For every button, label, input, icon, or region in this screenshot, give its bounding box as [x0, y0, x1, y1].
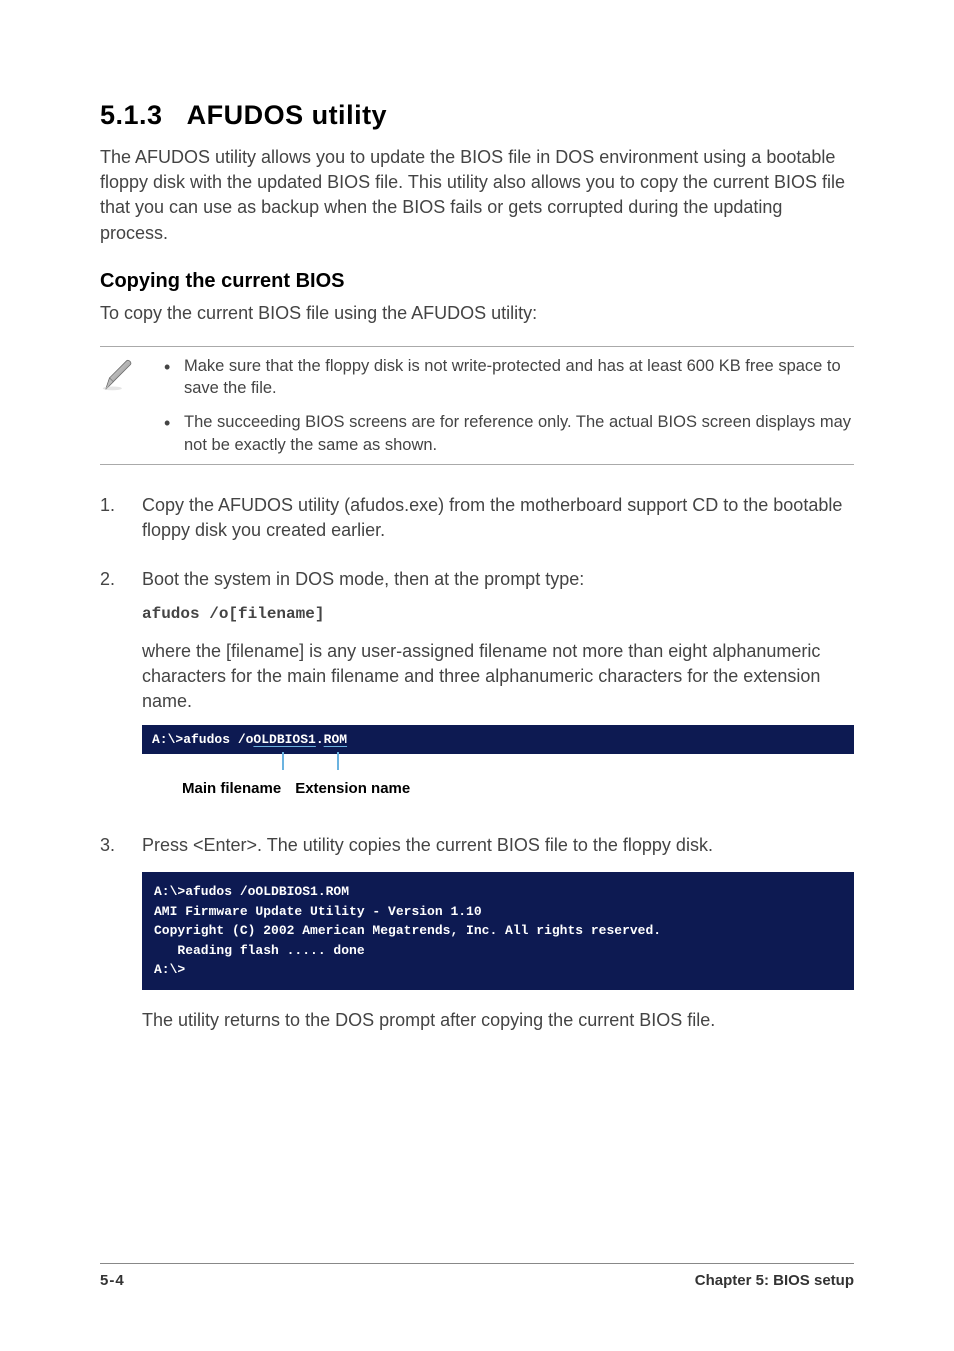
section-intro: The AFUDOS utility allows you to update …	[100, 145, 854, 246]
terminal-main-filename: OLDBIOS1	[253, 732, 315, 747]
step-number: 3.	[100, 833, 124, 1043]
code-command: afudos /o[filename]	[142, 603, 854, 625]
pencil-icon	[100, 355, 140, 400]
terminal-output: A:\>afudos /oOLDBIOS1.ROM AMI Firmware U…	[142, 872, 854, 990]
note-item: Make sure that the floppy disk is not wr…	[156, 355, 854, 400]
connector-line	[282, 752, 284, 770]
section-heading: 5.1.3 AFUDOS utility	[100, 100, 854, 131]
filename-diagram: A:\>afudos /oOLDBIOS1.ROM Main filename …	[142, 725, 854, 800]
step-number: 2.	[100, 567, 124, 819]
step-text: Copy the AFUDOS utility (afudos.exe) fro…	[142, 493, 854, 543]
step-text: Press <Enter>. The utility copies the cu…	[142, 833, 854, 858]
step-1: 1. Copy the AFUDOS utility (afudos.exe) …	[100, 493, 854, 553]
note-item: The succeeding BIOS screens are for refe…	[156, 411, 854, 456]
terminal-prefix: A:\>afudos /o	[152, 732, 253, 747]
step-number: 1.	[100, 493, 124, 553]
page-number: 5-4	[100, 1272, 125, 1289]
subsection-heading: Copying the current BIOS	[100, 270, 854, 293]
subsection-intro: To copy the current BIOS file using the …	[100, 301, 854, 326]
terminal-line: A:\>afudos /oOLDBIOS1.ROM	[142, 725, 854, 755]
connector-line	[337, 752, 339, 770]
terminal-dot: .	[316, 732, 324, 747]
step-2: 2. Boot the system in DOS mode, then at …	[100, 567, 854, 819]
page-footer: 5-4 Chapter 5: BIOS setup	[100, 1263, 854, 1289]
note-box: Make sure that the floppy disk is not wr…	[100, 346, 854, 465]
step-desc: where the [filename] is any user-assigne…	[142, 639, 854, 715]
step-3: 3. Press <Enter>. The utility copies the…	[100, 833, 854, 1043]
label-main-filename: Main filename	[182, 778, 281, 799]
step-list: 1. Copy the AFUDOS utility (afudos.exe) …	[100, 493, 854, 1043]
step-text: Boot the system in DOS mode, then at the…	[142, 567, 854, 592]
label-extension-name: Extension name	[295, 778, 410, 799]
step-after: The utility returns to the DOS prompt af…	[142, 1008, 854, 1033]
terminal-ext: ROM	[324, 732, 347, 747]
note-content: Make sure that the floppy disk is not wr…	[156, 355, 854, 456]
chapter-label: Chapter 5: BIOS setup	[695, 1272, 854, 1289]
section-title: AFUDOS utility	[187, 100, 388, 130]
section-number: 5.1.3	[100, 100, 163, 130]
